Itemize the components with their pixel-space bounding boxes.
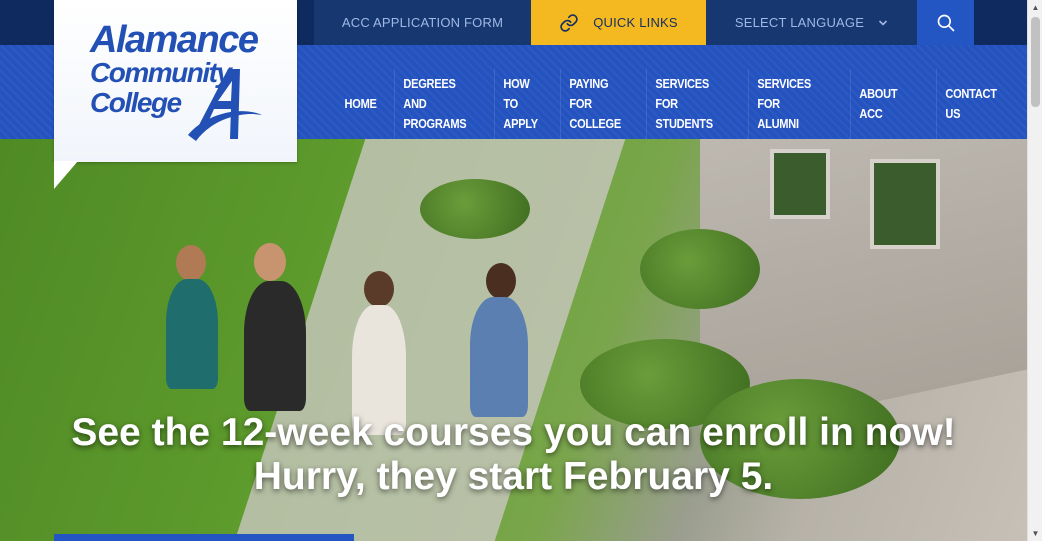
search-button[interactable]: [917, 0, 974, 45]
hero-person: [470, 297, 528, 417]
nav-item-paying-for-college[interactable]: PAYING FOR COLLEGE: [559, 69, 634, 139]
page-scrollbar[interactable]: ▲ ▼: [1027, 0, 1042, 541]
hero-person: [244, 281, 306, 411]
quick-links-label: QUICK LINKS: [593, 15, 678, 30]
hero-person: [486, 263, 516, 299]
hero-bottom-tab: [54, 534, 354, 541]
select-language-dropdown[interactable]: SELECT LANGUAGE: [706, 0, 917, 45]
hero-headline[interactable]: See the 12-week courses you can enroll i…: [0, 411, 1027, 499]
quick-links-button[interactable]: QUICK LINKS: [531, 0, 706, 45]
hero-shrub: [420, 179, 530, 239]
logo-callout-tail: [54, 161, 78, 189]
scrollbar-thumb[interactable]: [1031, 17, 1040, 107]
hero-window: [770, 149, 830, 219]
hero-window: [870, 159, 940, 249]
main-nav: HOME DEGREES AND PROGRAMS HOW TO APPLY PAYI…: [336, 69, 1027, 139]
logo-a-mark-icon: [188, 69, 262, 141]
nav-item-degrees-and-programs[interactable]: DEGREES AND PROGRAMS: [393, 69, 479, 139]
hero-person: [166, 279, 218, 389]
nav-item-how-to-apply[interactable]: HOW TO APPLY: [494, 69, 550, 139]
hero-person: [364, 271, 394, 307]
logo-line-1: Alamance: [90, 19, 259, 61]
chevron-down-icon: [879, 19, 888, 26]
nav-item-services-for-students[interactable]: SERVICES FOR STUDENTS: [646, 69, 732, 139]
select-language-label: SELECT LANGUAGE: [734, 15, 865, 30]
search-icon: [937, 14, 954, 31]
hero-shrub: [640, 229, 760, 309]
hero-person: [176, 245, 206, 281]
college-logo[interactable]: Alamance Community College: [54, 0, 297, 162]
hero-banner[interactable]: See the 12-week courses you can enroll i…: [0, 139, 1027, 541]
nav-item-services-for-alumni[interactable]: SERVICES FOR ALUMNI: [748, 69, 834, 139]
application-form-link[interactable]: ACC APPLICATION FORM: [314, 0, 531, 45]
link-icon: [560, 13, 578, 32]
scroll-up-arrow-icon[interactable]: ▲: [1028, 0, 1042, 15]
nav-item-home[interactable]: HOME: [336, 69, 385, 139]
nav-item-contact-us[interactable]: CONTACT US: [935, 69, 1014, 139]
nav-item-about-acc[interactable]: ABOUT ACC: [849, 69, 923, 139]
scroll-down-arrow-icon[interactable]: ▼: [1028, 526, 1042, 541]
hero-person: [254, 243, 286, 281]
